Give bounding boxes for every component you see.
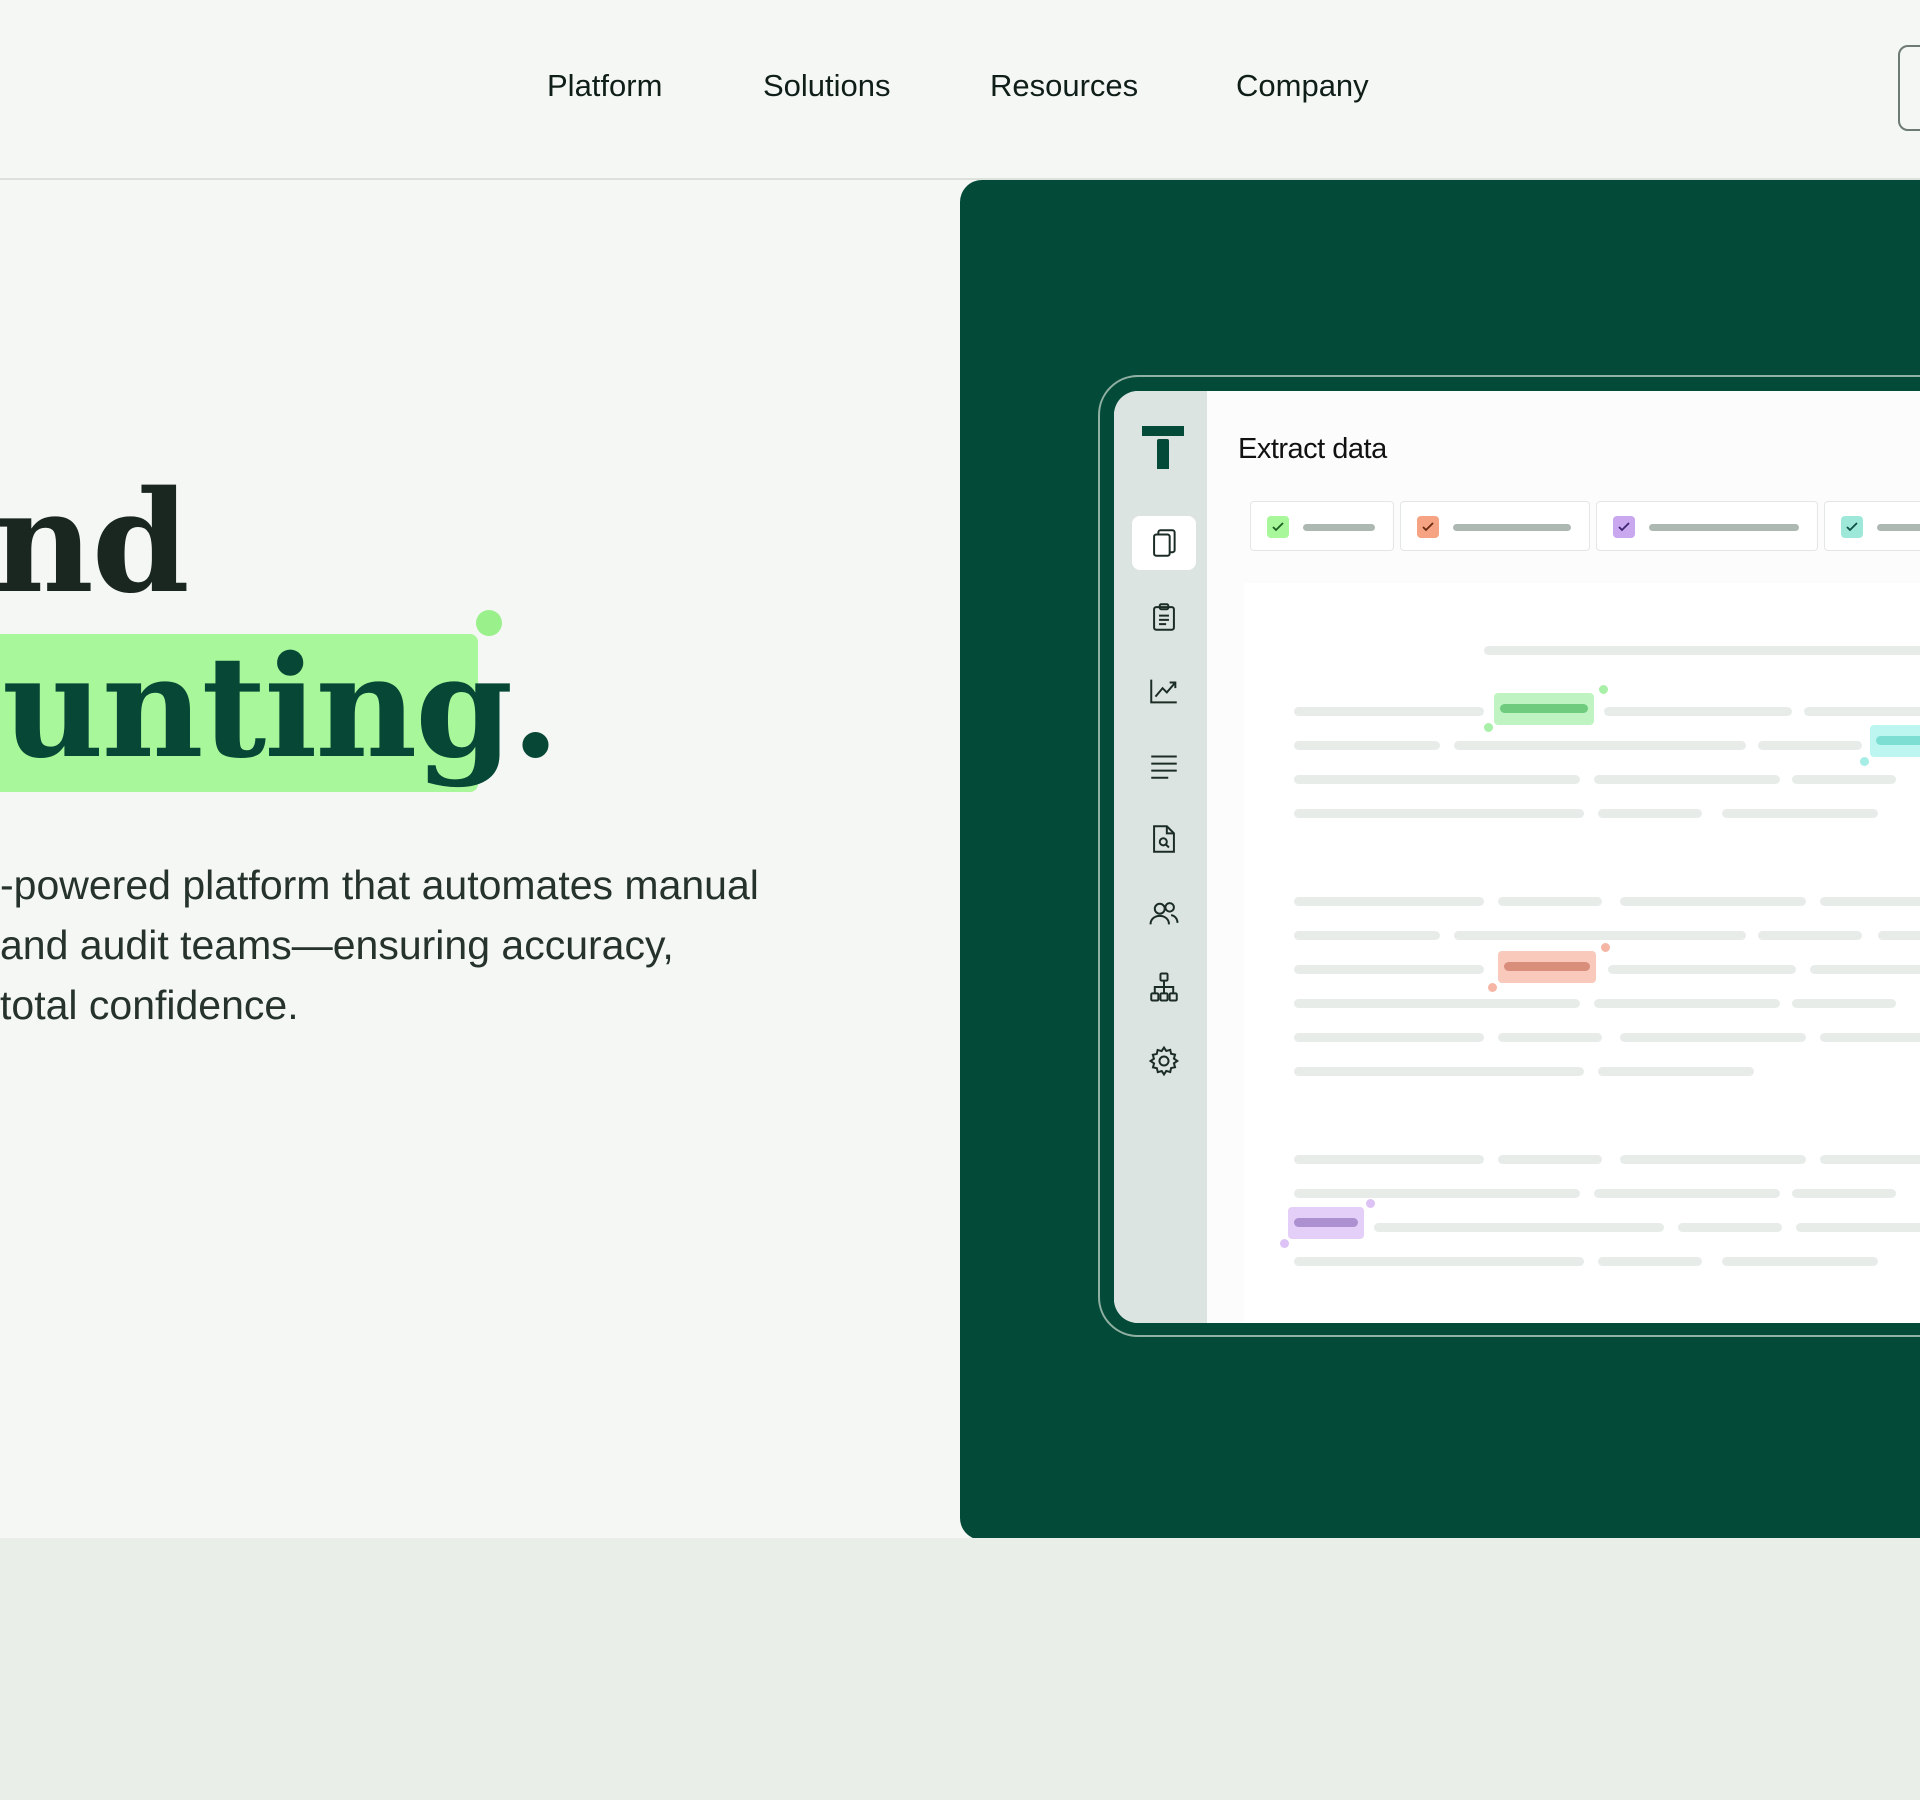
check-icon (1267, 516, 1289, 538)
headline-line-1: nd (0, 461, 190, 625)
document-search-icon[interactable] (1132, 812, 1196, 866)
top-navigation: Platform Solutions Resources Company (0, 0, 1920, 180)
extracted-highlight[interactable] (1288, 1207, 1364, 1239)
hero-description: -powered platform that automates manual … (0, 855, 900, 1035)
nav-resources[interactable]: Resources (990, 66, 1138, 106)
check-icon (1417, 516, 1439, 538)
headline-line-2: unting. (2, 626, 560, 790)
app-window: Extract data (1114, 391, 1920, 1323)
next-section-background (0, 1538, 1920, 1800)
extracted-highlight[interactable] (1494, 693, 1594, 725)
nav-solutions[interactable]: Solutions (763, 66, 891, 106)
documents-icon[interactable] (1132, 516, 1196, 570)
field-tag[interactable] (1824, 501, 1920, 551)
hierarchy-icon[interactable] (1132, 960, 1196, 1014)
document-preview (1244, 583, 1920, 1323)
check-icon (1841, 516, 1863, 538)
hero-description-line: and audit teams—ensuring accuracy, (0, 922, 674, 968)
extracted-highlight[interactable] (1498, 951, 1596, 983)
app-title: Extract data (1238, 433, 1387, 465)
check-icon (1613, 516, 1635, 538)
hero-description-line: total confidence. (0, 982, 299, 1028)
app-logo-icon (1142, 426, 1184, 436)
nav-company[interactable]: Company (1236, 66, 1369, 106)
chart-icon[interactable] (1132, 664, 1196, 718)
nav-platform[interactable]: Platform (547, 66, 662, 106)
app-sidebar (1114, 391, 1207, 1323)
gear-icon[interactable] (1132, 1034, 1196, 1088)
users-icon[interactable] (1132, 886, 1196, 940)
field-tag[interactable] (1596, 501, 1818, 551)
hero-description-line: -powered platform that automates manual (0, 862, 759, 908)
list-icon[interactable] (1132, 738, 1196, 792)
clipboard-icon[interactable] (1132, 590, 1196, 644)
app-logo-icon (1157, 439, 1169, 469)
extracted-highlight[interactable] (1870, 725, 1920, 757)
field-tag[interactable] (1400, 501, 1590, 551)
field-tag[interactable] (1250, 501, 1394, 551)
nav-cta-button[interactable] (1898, 45, 1920, 131)
